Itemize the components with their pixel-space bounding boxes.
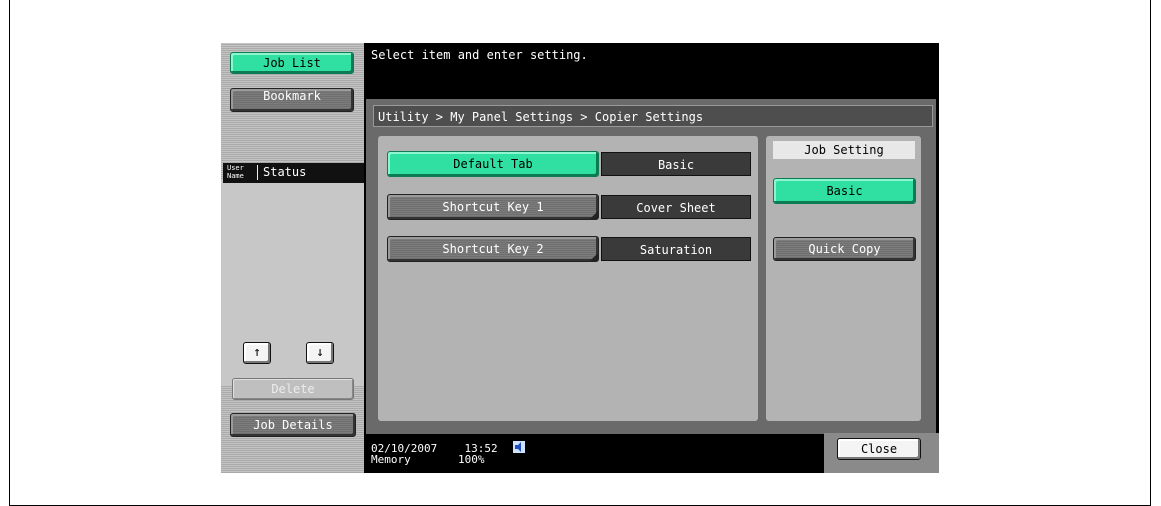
shortcut-key-2-value: Saturation <box>601 237 751 261</box>
default-tab-value: Basic <box>601 152 751 176</box>
instruction-message: Select item and enter setting. <box>371 48 588 62</box>
job-list-header: User Name Status <box>223 163 364 183</box>
settings-area <box>378 136 758 421</box>
breadcrumb: Utility > My Panel Settings > Copier Set… <box>373 105 933 127</box>
job-setting-basic-button[interactable]: Basic <box>773 178 916 204</box>
job-setting-title: Job Setting <box>773 141 915 159</box>
close-button[interactable]: Close <box>837 438 921 460</box>
memory-label: Memory <box>371 453 411 466</box>
scroll-up-button[interactable]: ↑ <box>243 342 271 364</box>
job-list-button[interactable]: Job List <box>230 52 354 74</box>
scroll-down-button[interactable]: ↓ <box>306 342 334 364</box>
delete-button[interactable]: Delete <box>232 378 354 400</box>
job-details-button[interactable]: Job Details <box>230 413 356 437</box>
default-tab-button[interactable]: Default Tab <box>387 151 599 177</box>
control-panel-screen: Job List Bookmark User Name Status ↑ ↓ D… <box>221 43 939 473</box>
user-name-column-header: User Name <box>227 164 244 180</box>
job-setting-quick-copy-button[interactable]: Quick Copy <box>773 237 916 261</box>
shortcut-key-1-value: Cover Sheet <box>601 195 751 219</box>
speaker-icon <box>513 441 525 453</box>
status-footer: 02/10/2007 13:52 Memory 100% <box>371 443 498 465</box>
column-divider <box>257 165 258 180</box>
memory-value: 100% <box>458 453 485 466</box>
shortcut-key-1-button[interactable]: Shortcut Key 1 <box>387 194 599 220</box>
shortcut-key-2-button[interactable]: Shortcut Key 2 <box>387 236 599 262</box>
status-column-header: Status <box>263 165 307 179</box>
bookmark-button[interactable]: Bookmark <box>230 88 354 112</box>
